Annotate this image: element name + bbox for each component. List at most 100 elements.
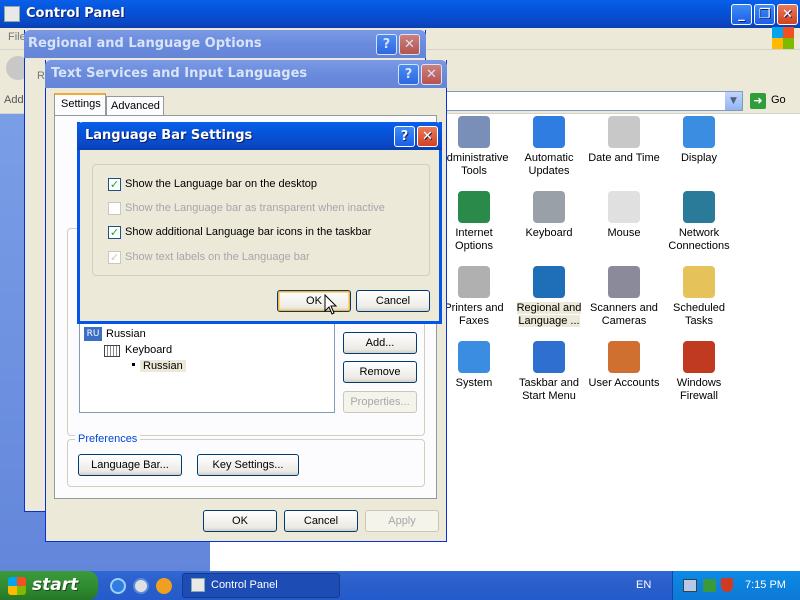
tab-advanced-label: Advanced [111,100,160,112]
help-button[interactable]: ? [394,126,415,147]
network-icon[interactable] [683,579,697,592]
address-input[interactable]: ▼ [445,91,743,111]
mouse-icon [608,191,640,223]
cp-item-windows-firewall[interactable]: Windows Firewall [661,341,737,403]
start-button[interactable]: start [0,571,98,600]
internet-explorer-icon[interactable] [110,578,126,594]
taskbar: start Control Panel EN 7:15 PM [0,571,800,600]
cp-item-date-and-time[interactable]: Date and Time [586,116,662,165]
windows-flag-icon [8,577,26,595]
option-show-desktop-label[interactable]: Show the Language bar on the desktop [125,178,317,190]
key-settings-button[interactable]: Key Settings... [197,454,299,476]
globe-icon [458,191,490,223]
regional-titlebar[interactable]: Regional and Language Options ? ✕ [24,30,426,58]
properties-button: Properties... [343,391,417,413]
users-icon [608,341,640,373]
cp-item-label: Scanners and Cameras [590,302,658,327]
close-button[interactable]: ✕ [421,64,442,85]
taskbar-task-label: Control Panel [211,579,278,591]
tree-language[interactable]: Russian [106,328,146,340]
cancel-button[interactable]: Cancel [284,510,358,532]
language-bar-settings-dialog: Language Bar Settings ? ✕ ✓ Show the Lan… [77,122,442,324]
cp-item-system[interactable]: System [436,341,512,390]
option-taskbar-icons-label[interactable]: Show additional Language bar icons in th… [125,226,371,238]
cp-item-label: Windows Firewall [676,377,722,402]
security-center-icon[interactable] [703,579,716,592]
cp-item-user-accounts[interactable]: User Accounts [586,341,662,390]
shield-icon[interactable] [721,578,733,592]
ok-button[interactable]: OK [277,290,351,312]
clock: 7:15 PM [745,579,786,591]
language-bar-titlebar[interactable]: Language Bar Settings ? ✕ [77,122,442,150]
scanner-icon [608,266,640,298]
add-button[interactable]: Add... [343,332,417,354]
tree-category[interactable]: Keyboard [125,344,172,356]
firewall-icon [683,341,715,373]
start-label: start [32,575,79,595]
tree-layout[interactable]: Russian [140,360,186,372]
control-panel-titlebar[interactable]: Control Panel _ ❐ ✕ [0,0,800,28]
folder-clock-icon [683,266,715,298]
option-transparent-label: Show the Language bar as transparent whe… [125,202,385,214]
bullet-icon [132,363,135,366]
text-services-title: Text Services and Input Languages [51,66,308,81]
cp-item-label: Automatic Updates [524,152,574,177]
go-label[interactable]: Go [771,94,786,106]
taskbar-control-panel-button[interactable]: Control Panel [182,573,340,598]
cp-item-administrative-tools[interactable]: Administrative Tools [436,116,512,178]
language-bar-button[interactable]: Language Bar... [78,454,182,476]
cp-item-mouse[interactable]: Mouse [586,191,662,240]
option-text-labels-checkbox: ✓ [108,251,121,264]
remove-button[interactable]: Remove [343,361,417,383]
cp-item-internet-options[interactable]: Internet Options [436,191,512,253]
cp-item-regional-and-language[interactable]: Regional and Language ... [511,266,587,328]
cp-item-label: Date and Time [588,152,660,164]
cp-item-label: Network Connections [668,227,730,252]
close-button[interactable]: ✕ [777,4,798,25]
cp-item-label: Display [680,152,718,164]
control-panel-icon [191,578,205,592]
services-tree[interactable]: RU Russian Keyboard Russian [79,316,335,413]
language-code-icon: RU [84,327,102,341]
printer-icon [458,266,490,298]
control-panel-icons: Administrative Tools Automatic Updates Dat… [436,116,800,416]
preferences-label: Preferences [75,433,141,445]
tab-advanced[interactable]: Advanced [106,96,164,116]
minimize-button[interactable]: _ [731,4,752,25]
cp-item-label: Regional and Language ... [516,302,582,327]
close-button[interactable]: ✕ [417,126,438,147]
cp-item-keyboard[interactable]: Keyboard [511,191,587,240]
media-icon[interactable] [133,578,149,594]
windows-flag-icon [533,116,565,148]
network-globe-icon [683,191,715,223]
option-taskbar-icons-checkbox[interactable]: ✓ [108,226,121,239]
cp-item-label: Keyboard [525,227,573,239]
language-indicator[interactable]: EN [636,579,651,591]
cp-item-automatic-updates[interactable]: Automatic Updates [511,116,587,178]
tab-settings[interactable]: Settings [54,93,106,116]
text-services-titlebar[interactable]: Text Services and Input Languages ? ✕ [45,60,447,88]
go-arrow-icon[interactable]: ➜ [750,93,766,109]
clock-icon [608,116,640,148]
cp-item-label: Administrative Tools [439,152,509,177]
cp-item-scanners-and-cameras[interactable]: Scanners and Cameras [586,266,662,328]
regional-tab[interactable]: R [37,70,45,82]
help-button[interactable]: ? [376,34,397,55]
help-button[interactable]: ? [398,64,419,85]
keyboard-icon [533,191,565,223]
maximize-button[interactable]: ❐ [754,4,775,25]
globe-icon [533,266,565,298]
option-show-desktop-checkbox[interactable]: ✓ [108,178,121,191]
cp-item-network-connections[interactable]: Network Connections [661,191,737,253]
cp-item-display[interactable]: Display [661,116,737,165]
cancel-button[interactable]: Cancel [356,290,430,312]
monitor-icon [683,116,715,148]
cp-item-printers-and-faxes[interactable]: Printers and Faxes [436,266,512,328]
chevron-down-icon[interactable]: ▼ [725,92,742,110]
media-player-icon[interactable] [156,578,172,594]
cp-item-taskbar-and-start-menu[interactable]: Taskbar and Start Menu [511,341,587,403]
cp-item-label: Printers and Faxes [444,302,504,327]
close-button[interactable]: ✕ [399,34,420,55]
ok-button[interactable]: OK [203,510,277,532]
cp-item-scheduled-tasks[interactable]: Scheduled Tasks [661,266,737,328]
